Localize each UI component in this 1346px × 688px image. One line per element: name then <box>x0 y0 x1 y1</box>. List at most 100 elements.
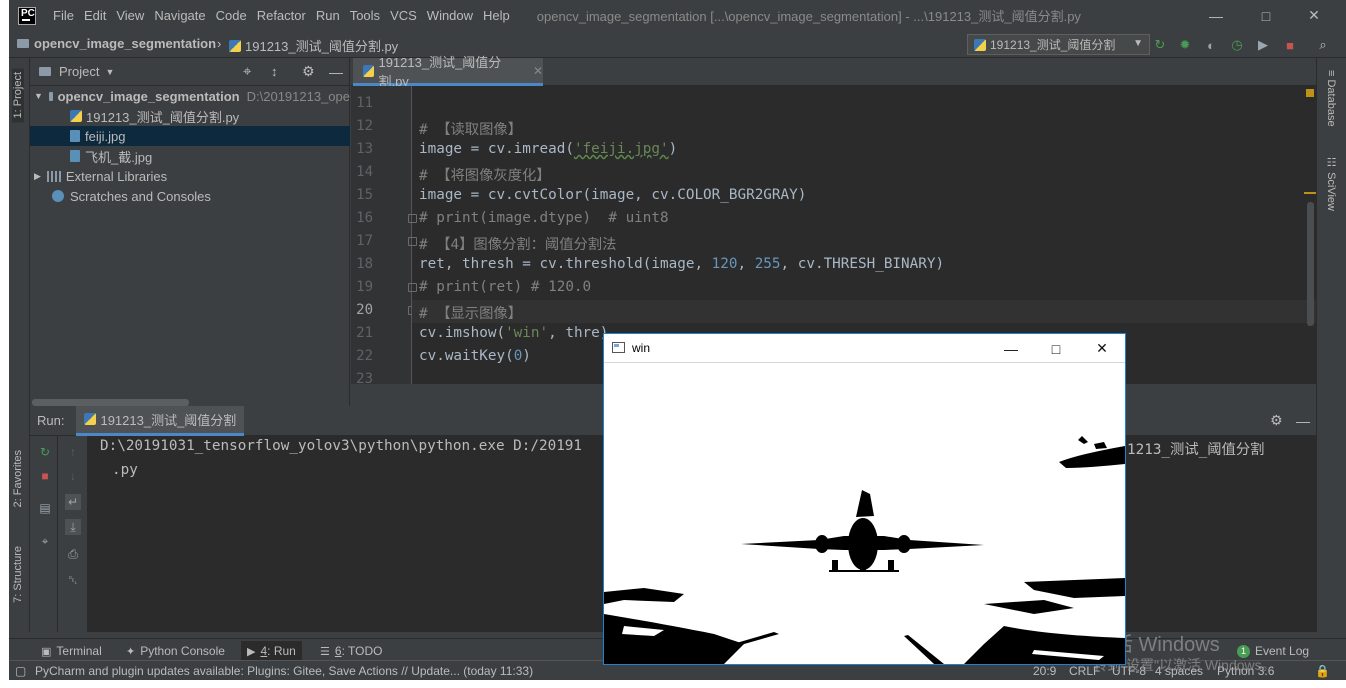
profile-icon[interactable]: ◷ <box>1228 36 1246 54</box>
tab-project[interactable]: 1: Project <box>12 68 24 123</box>
coverage-icon[interactable]: ◐ <box>1202 36 1220 54</box>
arrow-down-icon[interactable]: ↓ <box>65 468 81 484</box>
menu-help[interactable]: Help <box>478 8 515 23</box>
code-line-22: cv.waitKey(0) <box>419 348 531 364</box>
code-line-18: ret, thresh = cv.threshold(image, 120, 2… <box>419 256 945 272</box>
run-concurrent-icon[interactable]: ▶ <box>1254 36 1272 54</box>
toggle-tool-windows-icon[interactable]: ▢ <box>15 664 26 678</box>
code-line-14: # 【将图像灰度化】 <box>419 168 551 184</box>
menu-run[interactable]: Run <box>311 8 345 23</box>
tab-database[interactable]: ≡ Database <box>1325 70 1337 127</box>
menu-refactor[interactable]: Refactor <box>252 8 311 23</box>
chevron-down-icon[interactable]: ▼ <box>105 67 114 77</box>
minimize-icon[interactable]: — <box>988 334 1034 363</box>
run-config-dropdown[interactable]: 191213_测试_阈值分割 ▼ <box>967 34 1150 55</box>
console-line: .py <box>112 462 138 478</box>
stop-icon[interactable]: ■ <box>37 468 53 484</box>
pin-icon[interactable]: ⌖ <box>37 533 53 549</box>
breadcrumb-file[interactable]: 191213_测试_阈值分割.py <box>229 36 398 55</box>
opencv-image-window[interactable]: win — □ ✕ <box>603 333 1126 665</box>
tree-root[interactable]: ▼ opencv_image_segmentation D:\20191213_… <box>30 86 350 106</box>
status-message[interactable]: PyCharm and plugin updates available: Pl… <box>35 664 533 678</box>
trash-icon[interactable]: ␡ <box>65 572 81 588</box>
code-line-13: image = cv.imread('feiji.jpg') <box>419 141 678 157</box>
tab-structure[interactable]: 7: Structure <box>12 546 24 603</box>
editor-vertical-scrollbar[interactable] <box>1307 202 1314 326</box>
collapse-all-icon[interactable]: ↕ <box>271 64 278 79</box>
breadcrumb-project[interactable]: opencv_image_segmentation <box>17 36 216 51</box>
line-number: 19 <box>356 279 373 295</box>
locate-icon[interactable]: ⌖ <box>243 63 251 80</box>
pycharm-logo-icon: PC <box>18 6 36 25</box>
fold-marker-icon[interactable] <box>408 283 417 292</box>
python-file-icon <box>974 38 986 51</box>
scroll-to-end-icon[interactable]: ⤓ <box>65 519 81 535</box>
current-line-highlight <box>412 300 1316 323</box>
python-file-icon <box>70 110 82 122</box>
tab-python-console[interactable]: ✦ Python Console <box>120 641 231 661</box>
folder-icon <box>48 91 53 101</box>
close-icon[interactable]: ✕ <box>1079 334 1125 363</box>
tree-external-libraries[interactable]: ▶ External Libraries <box>30 166 350 186</box>
arrow-up-icon[interactable]: ↑ <box>65 444 81 460</box>
menu-vcs[interactable]: VCS <box>385 8 422 23</box>
hide-panel-icon[interactable]: — <box>1296 413 1310 429</box>
menu-file[interactable]: File <box>48 8 79 23</box>
tab-terminal[interactable]: ▣ Terminal <box>35 641 108 661</box>
menu-view[interactable]: View <box>111 8 149 23</box>
python-file-icon <box>84 413 97 425</box>
search-icon[interactable]: ⌕ <box>1314 36 1332 54</box>
fold-marker-icon[interactable] <box>408 214 417 223</box>
tree-file-feiji[interactable]: feiji.jpg <box>30 126 350 146</box>
code-line-19: # print(ret) # 120.0 <box>419 279 592 295</box>
stop-icon[interactable]: ■ <box>1281 36 1299 54</box>
project-panel: Project ▼ ⌖ ↕ ⚙ — ▼ opencv_image_segment… <box>30 58 350 406</box>
menu-navigate[interactable]: Navigate <box>149 8 210 23</box>
hide-panel-icon[interactable]: — <box>329 64 343 80</box>
tab-favorites[interactable]: 2: Favorites <box>12 450 24 507</box>
fold-marker-icon[interactable] <box>408 237 417 246</box>
warning-marker-icon[interactable] <box>1306 89 1314 97</box>
menu-window[interactable]: Window <box>422 8 478 23</box>
tree-file-feiji-jie[interactable]: 飞机_截.jpg <box>30 146 350 166</box>
rerun-icon[interactable]: ↻ <box>37 444 53 460</box>
gear-icon[interactable]: ⚙ <box>302 63 315 80</box>
restore-layout-icon[interactable]: ▤ <box>37 500 53 516</box>
editor-tab-active[interactable]: 191213_测试_阈值分割.py ✕ <box>353 55 543 89</box>
line-number: 22 <box>356 348 373 364</box>
opencv-window-titlebar[interactable]: win — □ ✕ <box>604 334 1125 363</box>
expand-arrow-icon[interactable]: ▶ <box>34 171 41 182</box>
tree-scratches[interactable]: Scratches and Consoles <box>30 186 350 206</box>
tab-run[interactable]: ▶ 4: Run <box>241 641 302 661</box>
gear-icon[interactable]: ⚙ <box>1270 412 1283 429</box>
tab-todo[interactable]: ☰ 6: TODO <box>314 641 388 661</box>
menu-tools[interactable]: Tools <box>345 8 385 23</box>
line-number: 11 <box>356 95 373 111</box>
tab-sciview[interactable]: ☷ SciView <box>1325 156 1338 211</box>
project-view-icon <box>39 67 51 76</box>
debug-icon[interactable]: ✹ <box>1176 36 1194 54</box>
close-tab-icon[interactable]: ✕ <box>533 64 543 78</box>
minimize-icon[interactable]: — <box>1193 0 1239 31</box>
tree-file-py[interactable]: 191213_测试_阈值分割.py <box>30 106 350 126</box>
lock-icon[interactable]: 🔒 <box>1315 664 1330 678</box>
run-toolbar-secondary: ↑ ↓ ↵ ⤓ ⎙ ␡ <box>58 436 88 632</box>
menu-edit[interactable]: Edit <box>79 8 111 23</box>
error-stripe-marker[interactable] <box>1304 192 1316 194</box>
project-panel-header: Project ▼ ⌖ ↕ ⚙ — <box>30 58 350 86</box>
print-icon[interactable]: ⎙ <box>65 546 81 562</box>
expand-arrow-icon[interactable]: ▼ <box>34 91 43 101</box>
line-number: 16 <box>356 210 373 226</box>
caret-position[interactable]: 20:9 <box>1033 664 1056 678</box>
maximize-icon[interactable]: □ <box>1033 334 1079 363</box>
python-file-icon <box>229 39 241 52</box>
rerun-icon[interactable]: ↻ <box>1151 36 1169 54</box>
maximize-icon[interactable]: □ <box>1243 0 1289 31</box>
menu-code[interactable]: Code <box>211 8 252 23</box>
close-icon[interactable]: ✕ <box>1291 0 1337 31</box>
scratches-icon <box>52 190 64 202</box>
run-icon: ▶ <box>247 645 256 658</box>
run-config-tab[interactable]: 191213_测试_阈值分割 <box>76 405 245 436</box>
project-view-dropdown[interactable]: Project <box>59 64 99 79</box>
soft-wrap-icon[interactable]: ↵ <box>65 494 81 510</box>
